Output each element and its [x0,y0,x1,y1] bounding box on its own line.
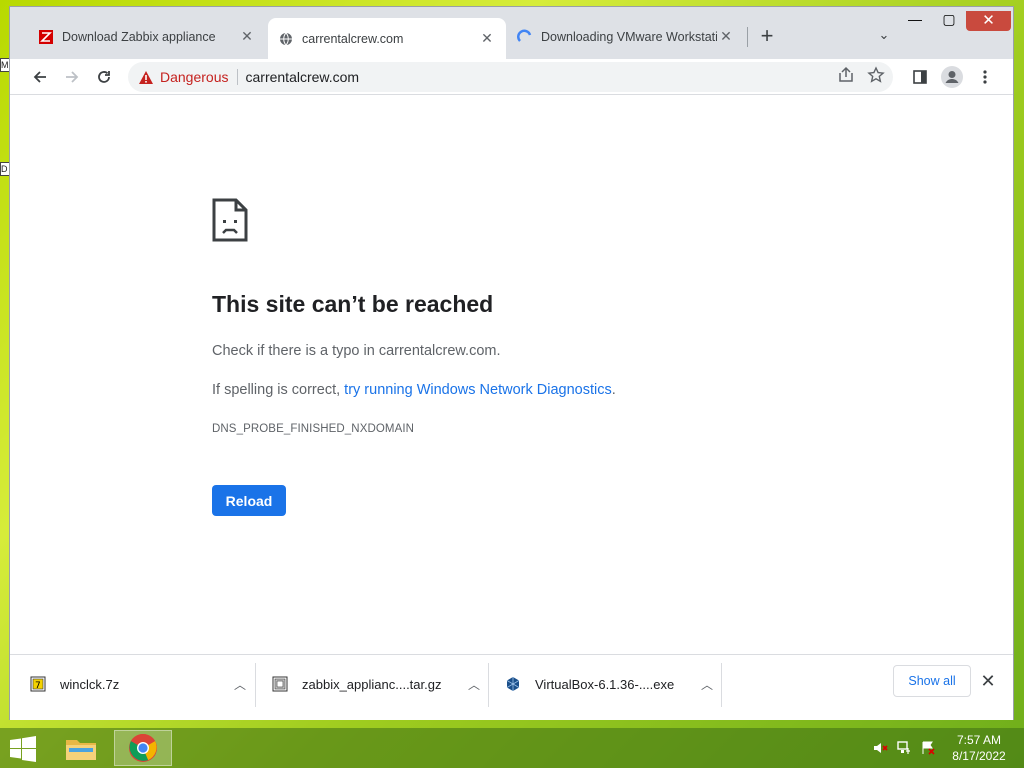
chrome-icon [129,734,157,762]
vmware-icon [517,29,533,45]
download-filename: winclck.7z [60,676,120,692]
virtualbox-icon [505,676,521,692]
download-filename: zabbix_applianc....tar.gz [302,676,442,692]
close-tab-icon[interactable]: ✕ [717,28,735,45]
system-tray [872,740,936,756]
security-label: Dangerous [160,69,229,85]
close-tab-icon[interactable]: ✕ [478,30,496,47]
security-indicator[interactable]: Dangerous [138,69,229,85]
warning-triangle-icon [139,70,153,84]
error-hint-diagnostics: If spelling is correct, try running Wind… [212,382,616,398]
clock-date: 8/17/2022 [952,749,1006,763]
toolbar: Dangerous carrentalcrew.com [10,59,1013,95]
close-tab-icon[interactable]: ✕ [238,28,256,45]
error-code: DNS_PROBE_FINISHED_NXDOMAIN [212,423,415,435]
archive-icon: 7 [30,676,46,692]
svg-text:7: 7 [35,681,41,691]
forward-button[interactable] [59,64,85,90]
start-button[interactable] [8,736,38,762]
tab-title: Downloading VMware Workstatio [541,29,717,44]
taskbar-clock[interactable]: 7:57 AM 8/17/2022 [950,732,1008,764]
refresh-icon [98,71,110,83]
tab-title: Download Zabbix appliance [62,29,216,44]
download-item[interactable]: VirtualBox-6.1.36-....exe ︿ [505,655,715,713]
address-bar[interactable]: Dangerous carrentalcrew.com [128,62,893,92]
minimize-button[interactable]: — [898,11,932,31]
back-arrow-icon [33,71,46,83]
download-item[interactable]: zabbix_applianc....tar.gz ︿ [272,655,482,713]
new-tab-button[interactable]: + [755,25,779,49]
sad-page-icon [212,198,248,242]
action-center-icon[interactable] [920,740,936,756]
taskbar-chrome[interactable] [114,730,172,766]
windows-logo-icon [10,736,36,762]
download-item[interactable]: 7 winclck.7z ︿ [30,655,248,713]
tab-zabbix[interactable]: Download Zabbix appliance ✕ [28,18,266,55]
network-icon[interactable] [896,740,912,756]
tab-strip: Download Zabbix appliance ✕ carrentalcre… [10,7,1013,59]
chevron-up-icon[interactable]: ︿ [699,676,715,693]
network-diagnostics-link[interactable]: try running Windows Network Diagnostics [344,382,612,398]
share-icon[interactable] [837,66,855,84]
tab-carrentalcrew[interactable]: carrentalcrew.com ✕ [268,18,506,59]
tab-vmware[interactable]: Downloading VMware Workstatio ✕ [507,18,745,55]
volume-muted-icon[interactable] [872,740,888,756]
globe-icon [278,31,294,47]
download-shelf: 7 winclck.7z ︿ zabbix_applianc....tar.gz… [10,654,1013,720]
zabbix-icon [38,29,54,45]
maximize-button[interactable]: ▢ [932,11,966,31]
kebab-menu-icon [983,70,987,84]
close-window-button[interactable]: ✕ [966,11,1011,31]
chevron-up-icon[interactable]: ︿ [232,676,248,693]
close-shelf-icon[interactable]: ✕ [978,671,998,691]
tab-search-chevron-icon[interactable]: ⌄ [874,27,894,47]
profile-avatar-icon [941,66,963,88]
show-all-downloads-button[interactable]: Show all [893,665,971,697]
back-button[interactable] [27,64,53,90]
folder-icon [66,740,96,760]
taskbar-file-explorer[interactable] [52,730,110,766]
profile-button[interactable] [939,64,965,90]
side-panel-icon [913,70,927,84]
browser-window: Download Zabbix appliance ✕ carrentalcre… [9,6,1014,720]
menu-button[interactable] [972,64,998,90]
download-filename: VirtualBox-6.1.36-....exe [535,676,675,692]
forward-arrow-icon [66,71,79,83]
reload-toolbar-button[interactable] [91,64,117,90]
archive-icon [272,676,288,692]
tab-title: carrentalcrew.com [302,31,404,46]
error-title: This site can’t be reached [212,291,494,317]
error-page: This site can’t be reached Check if ther… [10,95,1013,654]
clock-time: 7:57 AM [956,733,1002,747]
error-hint-typo: Check if there is a typo in carrentalcre… [212,343,501,359]
bookmark-star-icon[interactable] [867,66,885,84]
side-panel-button[interactable] [907,64,933,90]
chevron-up-icon[interactable]: ︿ [466,676,482,693]
taskbar: 7:57 AM 8/17/2022 [0,728,1024,768]
reload-button[interactable]: Reload [212,485,286,516]
url-text: carrentalcrew.com [245,69,360,85]
